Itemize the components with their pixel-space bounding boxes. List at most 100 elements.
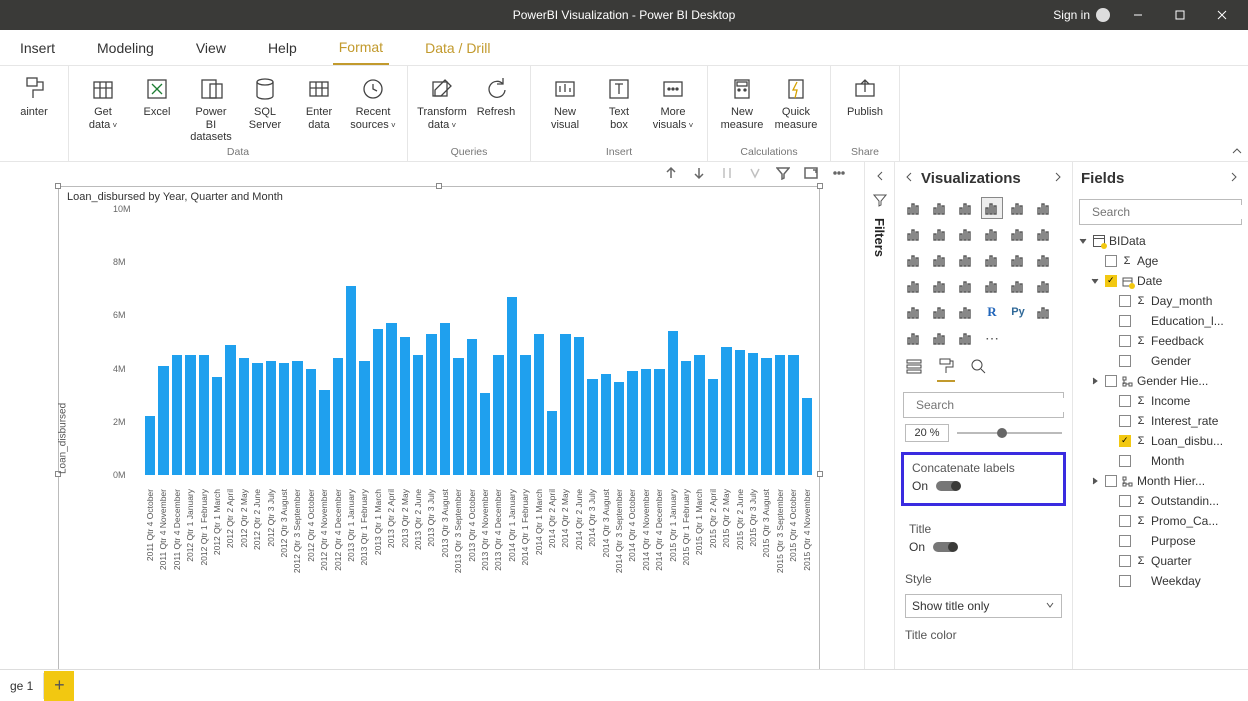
- chart-bar[interactable]: [333, 358, 343, 475]
- page-tab[interactable]: ge 1: [0, 673, 44, 699]
- field-month[interactable]: Month: [1077, 451, 1244, 471]
- field-gender[interactable]: Gender: [1077, 351, 1244, 371]
- chart-bar[interactable]: [587, 379, 597, 475]
- menu-help[interactable]: Help: [262, 32, 303, 64]
- drill-down-icon[interactable]: [692, 166, 706, 183]
- viz-type-narr[interactable]: [955, 327, 977, 349]
- concatenate-toggle[interactable]: [936, 481, 960, 491]
- menu-modeling[interactable]: Modeling: [91, 32, 160, 64]
- chart-bar[interactable]: [225, 345, 235, 475]
- viz-type-dots[interactable]: ⋯: [981, 327, 1003, 349]
- minimize-button[interactable]: [1124, 1, 1152, 29]
- expand-fields-pane-button[interactable]: [1228, 170, 1240, 187]
- ribbon-excel-button[interactable]: Excel: [133, 70, 181, 145]
- chart-bar[interactable]: [735, 350, 745, 475]
- chart-bar[interactable]: [721, 347, 731, 475]
- close-button[interactable]: [1208, 1, 1236, 29]
- viz-type-bars-h-100[interactable]: [1033, 197, 1055, 219]
- viz-type-funnel[interactable]: [929, 275, 951, 297]
- fields-search-input[interactable]: [1092, 205, 1247, 219]
- drill-hierarchy-2-icon[interactable]: [748, 166, 762, 183]
- field-checkbox[interactable]: [1105, 475, 1117, 487]
- style-select[interactable]: Show title only: [905, 594, 1062, 618]
- viz-type-area-stack[interactable]: [955, 223, 977, 245]
- resize-handle[interactable]: [436, 183, 442, 189]
- menu-view[interactable]: View: [190, 32, 232, 64]
- viz-type-card[interactable]: [981, 275, 1003, 297]
- viz-type-decomp[interactable]: [903, 327, 925, 349]
- add-page-button[interactable]: +: [44, 671, 74, 701]
- viz-type-qna[interactable]: [929, 327, 951, 349]
- chart-bar[interactable]: [252, 363, 262, 475]
- ribbon-enter-data-button[interactable]: Enterdata: [295, 70, 343, 145]
- format-search[interactable]: [903, 392, 1064, 418]
- menu-data-drill[interactable]: Data / Drill: [419, 32, 496, 64]
- field-month-hier-[interactable]: Month Hier...: [1077, 471, 1244, 491]
- field-checkbox[interactable]: [1105, 255, 1117, 267]
- viz-type-matrix[interactable]: [955, 301, 977, 323]
- ribbon-text-box-button[interactable]: Textbox: [595, 70, 643, 145]
- viz-type-map[interactable]: [1033, 249, 1055, 271]
- ribbon-publish-button[interactable]: Publish: [841, 70, 889, 145]
- percent-slider[interactable]: [957, 432, 1062, 434]
- viz-type-line-col2[interactable]: [1007, 223, 1029, 245]
- field-age[interactable]: ΣAge: [1077, 251, 1244, 271]
- chart-bar[interactable]: [547, 411, 557, 475]
- chart-bar[interactable]: [426, 334, 436, 475]
- ribbon-more-visuals-button[interactable]: Morevisuals ˅: [649, 70, 697, 145]
- chart-bar[interactable]: [560, 334, 570, 475]
- viz-type-bars-h-stack[interactable]: [1007, 197, 1029, 219]
- field-checkbox[interactable]: [1119, 295, 1131, 307]
- expand-filters-button[interactable]: [874, 170, 886, 185]
- ribbon-new-measure-button[interactable]: Newmeasure: [718, 70, 766, 145]
- viz-type-tree[interactable]: [1007, 249, 1029, 271]
- ribbon-quick-measure-button[interactable]: Quickmeasure: [772, 70, 820, 145]
- viz-type-globe[interactable]: [903, 275, 925, 297]
- field-day-month[interactable]: ΣDay_month: [1077, 291, 1244, 311]
- chart-bar[interactable]: [467, 339, 477, 475]
- chart-bar[interactable]: [172, 355, 182, 475]
- ribbon-transform-data-button[interactable]: Transformdata ˅: [418, 70, 466, 145]
- chart-bar[interactable]: [802, 398, 812, 475]
- field-date[interactable]: Date: [1077, 271, 1244, 291]
- fields-search[interactable]: [1079, 199, 1242, 225]
- chart-bar[interactable]: [185, 355, 195, 475]
- fields-well-icon[interactable]: [905, 357, 923, 382]
- chart-bar[interactable]: [601, 374, 611, 475]
- percent-input[interactable]: 20 %: [905, 424, 949, 442]
- viz-type-line[interactable]: [903, 223, 925, 245]
- filter-icon[interactable]: [776, 166, 790, 183]
- chart-bar[interactable]: [413, 355, 423, 475]
- format-roller-icon[interactable]: [937, 357, 955, 382]
- field-bidata[interactable]: BIData: [1077, 231, 1244, 251]
- chart-bar[interactable]: [440, 323, 450, 475]
- chart-bar[interactable]: [654, 369, 664, 475]
- field-checkbox[interactable]: [1119, 535, 1131, 547]
- analytics-icon[interactable]: [969, 357, 987, 382]
- chart-bar[interactable]: [158, 366, 168, 475]
- field-checkbox[interactable]: [1119, 495, 1131, 507]
- resize-handle[interactable]: [817, 471, 823, 477]
- viz-type-cards[interactable]: [1007, 275, 1029, 297]
- field-checkbox[interactable]: [1119, 555, 1131, 567]
- slider-thumb[interactable]: [997, 428, 1007, 438]
- field-checkbox[interactable]: [1105, 375, 1117, 387]
- viz-type-table[interactable]: [929, 301, 951, 323]
- chart-bar[interactable]: [453, 358, 463, 475]
- chart-bar[interactable]: [346, 286, 356, 475]
- viz-type-keyinf[interactable]: [1033, 301, 1055, 323]
- maximize-button[interactable]: [1166, 1, 1194, 29]
- viz-type-line-col[interactable]: [981, 223, 1003, 245]
- field-checkbox[interactable]: [1119, 575, 1131, 587]
- chart-bar[interactable]: [507, 297, 517, 475]
- menu-format[interactable]: Format: [333, 31, 389, 65]
- field-income[interactable]: ΣIncome: [1077, 391, 1244, 411]
- ribbon-sql-server-button[interactable]: SQLServer: [241, 70, 289, 145]
- viz-type-bars-100[interactable]: [955, 197, 977, 219]
- field-checkbox[interactable]: [1119, 455, 1131, 467]
- chart-bar[interactable]: [681, 361, 691, 475]
- ribbon-new-visual-button[interactable]: Newvisual: [541, 70, 589, 145]
- title-toggle[interactable]: [933, 542, 957, 552]
- resize-handle[interactable]: [55, 183, 61, 189]
- viz-type-gauge[interactable]: [955, 275, 977, 297]
